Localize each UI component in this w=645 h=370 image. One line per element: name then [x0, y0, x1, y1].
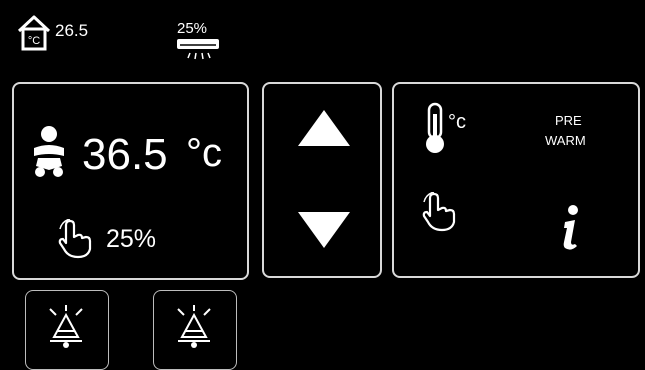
arrow-up-icon[interactable]	[296, 108, 352, 148]
room-temperature: 26.5	[55, 21, 89, 40]
adjust-panel	[262, 82, 382, 278]
baby-temperature-panel[interactable]: 36.5 °c 25%	[12, 82, 249, 280]
radiant-heater-icon	[176, 37, 222, 67]
prewarm-label-line2[interactable]: WARM	[545, 134, 586, 147]
hand-touch-icon[interactable]	[420, 192, 458, 232]
alarm-bell-icon	[172, 303, 216, 351]
prewarm-label-line1[interactable]: PRE	[555, 114, 582, 127]
power-value: 25%	[106, 225, 157, 253]
thermometer-unit: °c	[448, 111, 466, 133]
alarm-button-1[interactable]	[25, 290, 109, 370]
arrow-down-icon[interactable]	[296, 210, 352, 250]
baby-icon	[28, 124, 70, 180]
svg-text:°C: °C	[28, 35, 40, 47]
baby-temperature-unit: °c	[186, 131, 222, 175]
settings-panel: °c PRE WARM	[392, 82, 640, 278]
alarm-button-2[interactable]	[153, 290, 237, 370]
thermometer-icon[interactable]	[422, 102, 448, 154]
baby-temperature-value: 36.5	[82, 130, 168, 179]
home-temp-icon: °C	[16, 13, 52, 51]
info-icon[interactable]	[559, 204, 583, 252]
status-bar: °C 26.5 25%	[0, 0, 645, 70]
hand-touch-icon	[56, 219, 94, 259]
heater-power-label: 25%	[177, 20, 208, 37]
alarm-bell-icon	[44, 303, 88, 351]
